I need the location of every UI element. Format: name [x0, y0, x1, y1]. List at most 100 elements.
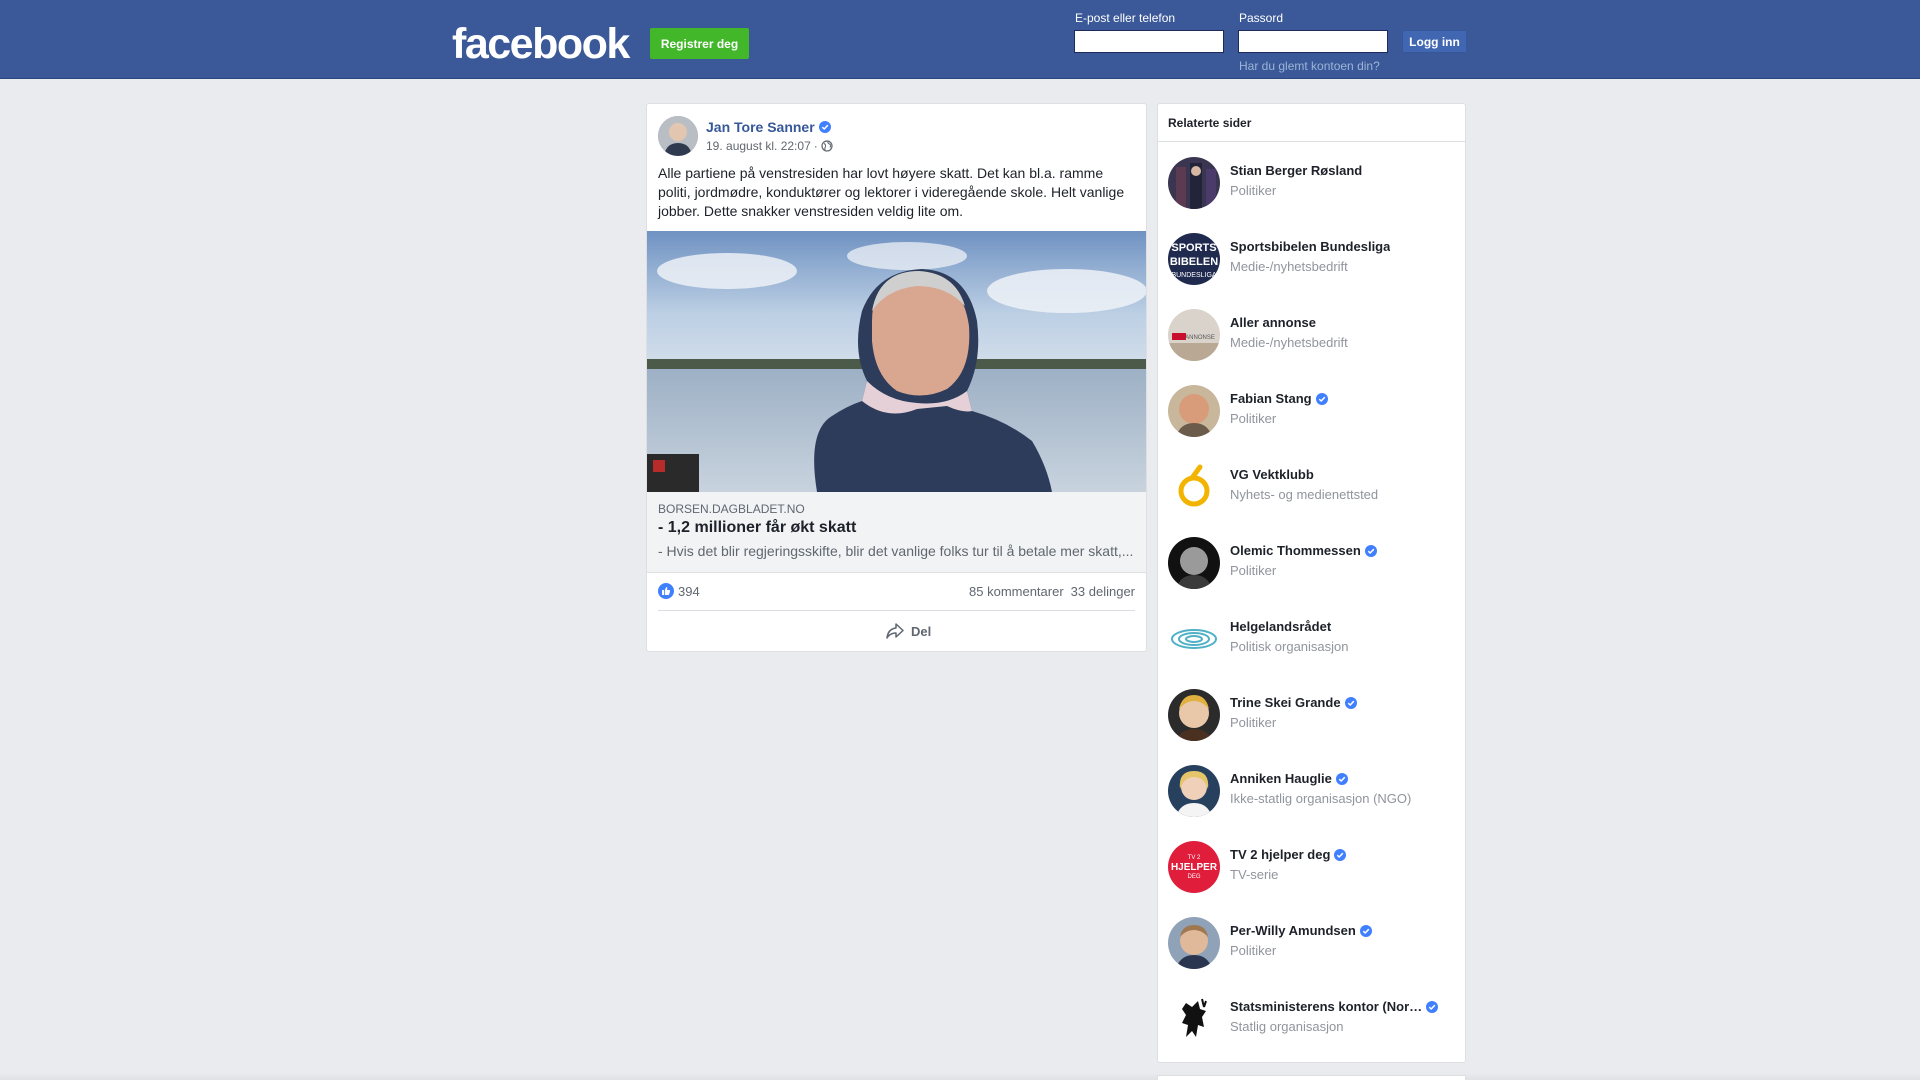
svg-text:BUNDESLIGA: BUNDESLIGA: [1171, 272, 1216, 279]
related-page-item[interactable]: TV 2 HJELPER DEG TV 2 hjelper deg TV-serie: [1168, 841, 1458, 893]
related-page-item[interactable]: VG Vektklubb Nyhets- og medienettsted: [1168, 461, 1458, 513]
related-page-item[interactable]: SPORTS BIBELEN BUNDESLIGA Sportsbibelen Bu…: [1168, 233, 1458, 285]
related-page-category: Politiker: [1230, 183, 1277, 198]
related-page-category: TV-serie: [1230, 867, 1279, 882]
svg-text:TV 2: TV 2: [1188, 855, 1201, 861]
page-bottom-edge: [0, 1073, 1920, 1080]
post-text: Alle partiene på venstresiden har lovt h…: [658, 165, 1125, 219]
related-page-item[interactable]: Helgelandsrådet Politisk organisasjon: [1168, 613, 1458, 665]
password-field[interactable]: [1238, 30, 1388, 53]
related-pages-panel: Relaterte sider Stian Berger Røsland Pol…: [1157, 103, 1466, 1063]
verified-badge-icon: [1334, 848, 1347, 861]
password-label: Passord: [1239, 11, 1284, 25]
like-reaction-icon: [658, 583, 674, 599]
related-page-name[interactable]: Aller annonse: [1230, 315, 1316, 330]
related-page-avatar[interactable]: [1168, 461, 1220, 513]
post-author-link[interactable]: Jan Tore Sanner: [706, 119, 831, 135]
related-page-avatar[interactable]: [1168, 689, 1220, 741]
related-page-category: Nyhets- og medienettsted: [1230, 487, 1379, 502]
related-page-name[interactable]: Fabian Stang: [1230, 391, 1328, 406]
related-page-avatar[interactable]: [1168, 917, 1220, 969]
related-page-category: Politiker: [1230, 943, 1277, 958]
related-page-avatar[interactable]: [1168, 385, 1220, 437]
link-title[interactable]: - 1,2 millioner får økt skatt: [658, 519, 856, 537]
related-page-name[interactable]: Per-Willy Amundsen: [1230, 923, 1372, 938]
svg-text:DEG: DEG: [1187, 874, 1200, 880]
share-count[interactable]: 33 delinger: [1071, 584, 1135, 599]
like-count: 394: [678, 583, 700, 599]
related-page-category: Statlig organisasjon: [1230, 1019, 1344, 1034]
related-page-category: Ikke-statlig organisasjon (NGO): [1230, 791, 1412, 806]
related-page-avatar[interactable]: TV 2 HJELPER DEG: [1168, 841, 1220, 893]
action-divider: [658, 610, 1135, 611]
related-page-category: Politiker: [1230, 563, 1277, 578]
verified-badge-icon: [1426, 1000, 1439, 1013]
share-label: Del: [911, 623, 932, 639]
post-author-name: Jan Tore Sanner: [706, 119, 815, 135]
link-description: - Hvis det blir regjeringsskifte, blir d…: [658, 543, 1134, 559]
related-page-item[interactable]: Trine Skei Grande Politiker: [1168, 689, 1458, 741]
related-page-item[interactable]: Anniken Hauglie Ikke-statlig organisasjo…: [1168, 765, 1458, 817]
verified-badge-icon: [818, 121, 831, 133]
globe-icon: [821, 140, 833, 152]
related-page-name[interactable]: Trine Skei Grande: [1230, 695, 1357, 710]
reaction-summary[interactable]: 394: [658, 583, 700, 599]
svg-text:SPORTS: SPORTS: [1171, 242, 1216, 254]
related-page-category: Politiker: [1230, 715, 1277, 730]
link-preview-image[interactable]: [647, 231, 1146, 492]
related-page-category: Medie-/nyhetsbedrift: [1230, 335, 1348, 350]
related-page-item[interactable]: Stian Berger Røsland Politiker: [1168, 157, 1458, 209]
next-panel-edge: [1157, 1075, 1466, 1080]
related-page-name[interactable]: Olemic Thommessen: [1230, 543, 1377, 558]
author-avatar[interactable]: [658, 116, 698, 156]
related-page-name[interactable]: VG Vektklubb: [1230, 467, 1314, 482]
link-domain: BORSEN.DAGBLADET.NO: [658, 502, 805, 516]
related-page-category: Politiker: [1230, 411, 1277, 426]
share-arrow-icon: [886, 623, 904, 639]
email-field[interactable]: [1074, 30, 1224, 53]
verified-badge-icon: [1359, 924, 1372, 937]
related-page-item[interactable]: Olemic Thommessen Politiker: [1168, 537, 1458, 589]
verified-badge-icon: [1364, 544, 1377, 557]
email-label: E-post eller telefon: [1075, 11, 1176, 25]
post-timestamp[interactable]: 19. august kl. 22:07: [706, 139, 811, 153]
related-page-avatar[interactable]: [1168, 765, 1220, 817]
comment-count[interactable]: 85 kommentarer: [969, 584, 1064, 599]
link-preview-box[interactable]: BORSEN.DAGBLADET.NO - 1,2 millioner får …: [647, 492, 1146, 573]
related-page-name[interactable]: Anniken Hauglie: [1230, 771, 1348, 786]
related-page-avatar[interactable]: [1168, 537, 1220, 589]
related-page-name[interactable]: Statsministerens kontor (Nor…: [1230, 999, 1439, 1014]
register-button[interactable]: Registrer deg: [650, 28, 749, 59]
related-page-avatar[interactable]: ANNONSE: [1168, 309, 1220, 361]
svg-text:HJELPER: HJELPER: [1171, 862, 1218, 873]
post-card: Jan Tore Sanner 19. august kl. 22:07 · A…: [646, 103, 1147, 652]
related-page-item[interactable]: Fabian Stang Politiker: [1168, 385, 1458, 437]
verified-badge-icon: [1315, 392, 1328, 405]
related-page-name[interactable]: TV 2 hjelper deg: [1230, 847, 1347, 862]
related-page-item[interactable]: Statsministerens kontor (Nor… Statlig or…: [1168, 993, 1458, 1045]
verified-badge-icon: [1335, 772, 1348, 785]
related-page-name[interactable]: Sportsbibelen Bundesliga: [1230, 239, 1390, 254]
forgot-account-link[interactable]: Har du glemt kontoen din?: [1239, 59, 1380, 73]
facebook-logo[interactable]: facebook: [452, 20, 630, 68]
related-page-avatar[interactable]: [1168, 993, 1220, 1045]
related-page-avatar[interactable]: [1168, 613, 1220, 665]
top-bar: facebook Registrer deg E-post eller tele…: [0, 0, 1920, 79]
svg-text:BIBELEN: BIBELEN: [1170, 256, 1218, 268]
related-page-item[interactable]: Per-Willy Amundsen Politiker: [1168, 917, 1458, 969]
related-page-name[interactable]: Helgelandsrådet: [1230, 619, 1331, 634]
related-page-item[interactable]: ANNONSE Aller annonse Medie-/nyhetsbedri…: [1168, 309, 1458, 361]
meta-separator: ·: [813, 139, 818, 153]
related-page-name[interactable]: Stian Berger Røsland: [1230, 163, 1362, 178]
login-button[interactable]: Logg inn: [1402, 30, 1467, 53]
verified-badge-icon: [1344, 696, 1357, 709]
engagement-counts: 85 kommentarer 33 delinger: [969, 584, 1135, 599]
related-pages-title: Relaterte sider: [1158, 104, 1465, 142]
share-button[interactable]: Del: [885, 622, 931, 640]
related-page-category: Medie-/nyhetsbedrift: [1230, 259, 1348, 274]
related-page-avatar[interactable]: SPORTS BIBELEN BUNDESLIGA: [1168, 233, 1220, 285]
post-meta: 19. august kl. 22:07 ·: [706, 139, 833, 153]
related-page-category: Politisk organisasjon: [1230, 639, 1349, 654]
related-page-avatar[interactable]: [1168, 157, 1220, 209]
svg-text:ANNONSE: ANNONSE: [1185, 335, 1215, 341]
